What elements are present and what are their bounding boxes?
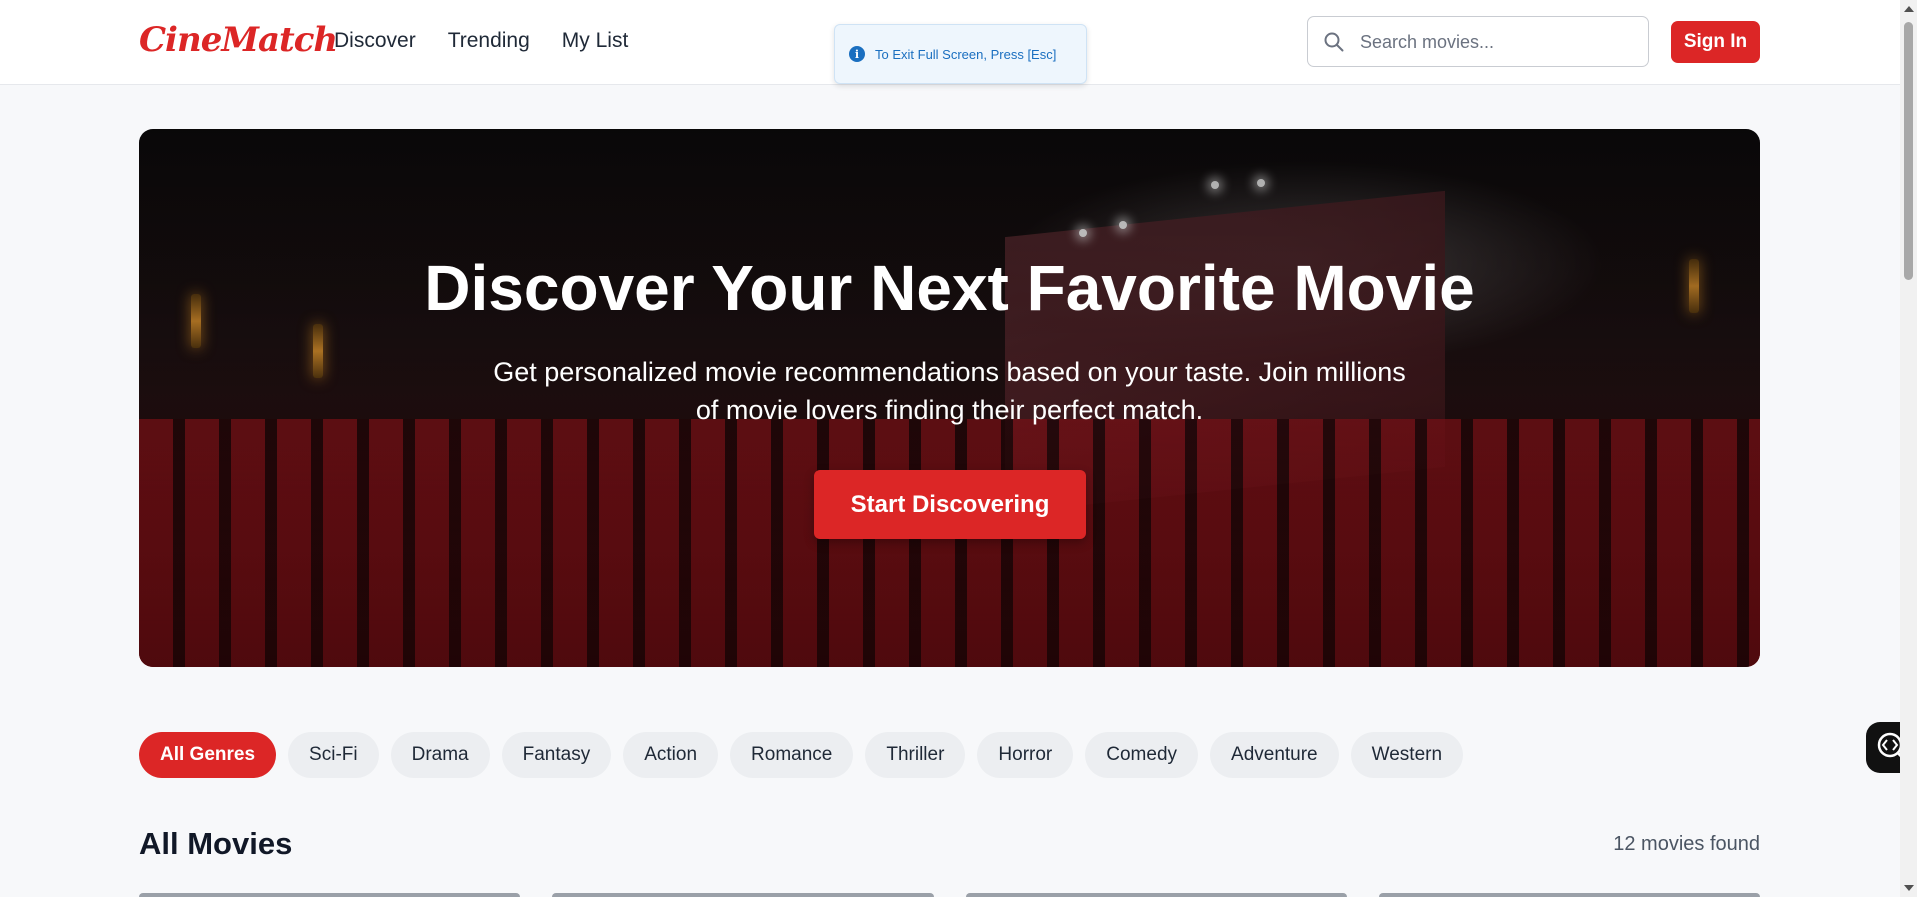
movie-card[interactable]	[965, 893, 1347, 897]
nav-trending[interactable]: Trending	[448, 29, 530, 53]
logo[interactable]: CineMatch	[139, 20, 338, 60]
nav-my-list[interactable]: My List	[562, 29, 629, 53]
movie-card[interactable]	[1378, 893, 1760, 897]
search-input[interactable]	[1360, 27, 1640, 57]
scrollbar[interactable]	[1900, 0, 1917, 897]
movie-card-row	[139, 893, 1760, 897]
genre-chip-western[interactable]: Western	[1350, 732, 1464, 778]
genre-chip-adventure[interactable]: Adventure	[1210, 732, 1339, 778]
genre-chip-action[interactable]: Action	[623, 732, 719, 778]
section-title: All Movies	[139, 826, 293, 861]
toast-text: To Exit Full Screen, Press [Esc]	[875, 46, 1057, 62]
main-nav: Discover Trending My List	[334, 29, 628, 53]
hero-title: Discover Your Next Favorite Movie	[424, 252, 1475, 324]
genre-chip-sci-fi[interactable]: Sci-Fi	[288, 732, 379, 778]
search-icon	[1324, 32, 1344, 52]
movie-count: 12 movies found	[1613, 833, 1760, 855]
genre-filter: All Genres Sci-Fi Drama Fantasy Action R…	[139, 732, 1464, 778]
fullscreen-toast: i To Exit Full Screen, Press [Esc]	[834, 24, 1087, 84]
scroll-down-arrow-icon[interactable]	[1904, 885, 1914, 891]
genre-chip-drama[interactable]: Drama	[390, 732, 490, 778]
genre-chip-fantasy[interactable]: Fantasy	[501, 732, 612, 778]
scroll-up-arrow-icon[interactable]	[1904, 6, 1914, 12]
genre-chip-comedy[interactable]: Comedy	[1085, 732, 1199, 778]
movie-card[interactable]	[139, 893, 521, 897]
genre-chip-thriller[interactable]: Thriller	[865, 732, 966, 778]
hero-subtitle: Get personalized movie recommendations b…	[493, 357, 1406, 425]
genre-chip-romance[interactable]: Romance	[730, 732, 854, 778]
movie-card[interactable]	[552, 893, 934, 897]
scrollbar-thumb[interactable]	[1904, 22, 1913, 280]
search-box[interactable]	[1307, 16, 1649, 67]
nav-discover[interactable]: Discover	[334, 29, 416, 53]
sign-in-button[interactable]: Sign In	[1671, 21, 1760, 63]
genre-chip-horror[interactable]: Horror	[977, 732, 1074, 778]
hero-banner: Discover Your Next Favorite Movie Get pe…	[139, 129, 1760, 667]
genre-chip-all[interactable]: All Genres	[139, 732, 277, 778]
start-discovering-button[interactable]: Start Discovering	[814, 470, 1086, 539]
info-icon: i	[849, 46, 865, 62]
